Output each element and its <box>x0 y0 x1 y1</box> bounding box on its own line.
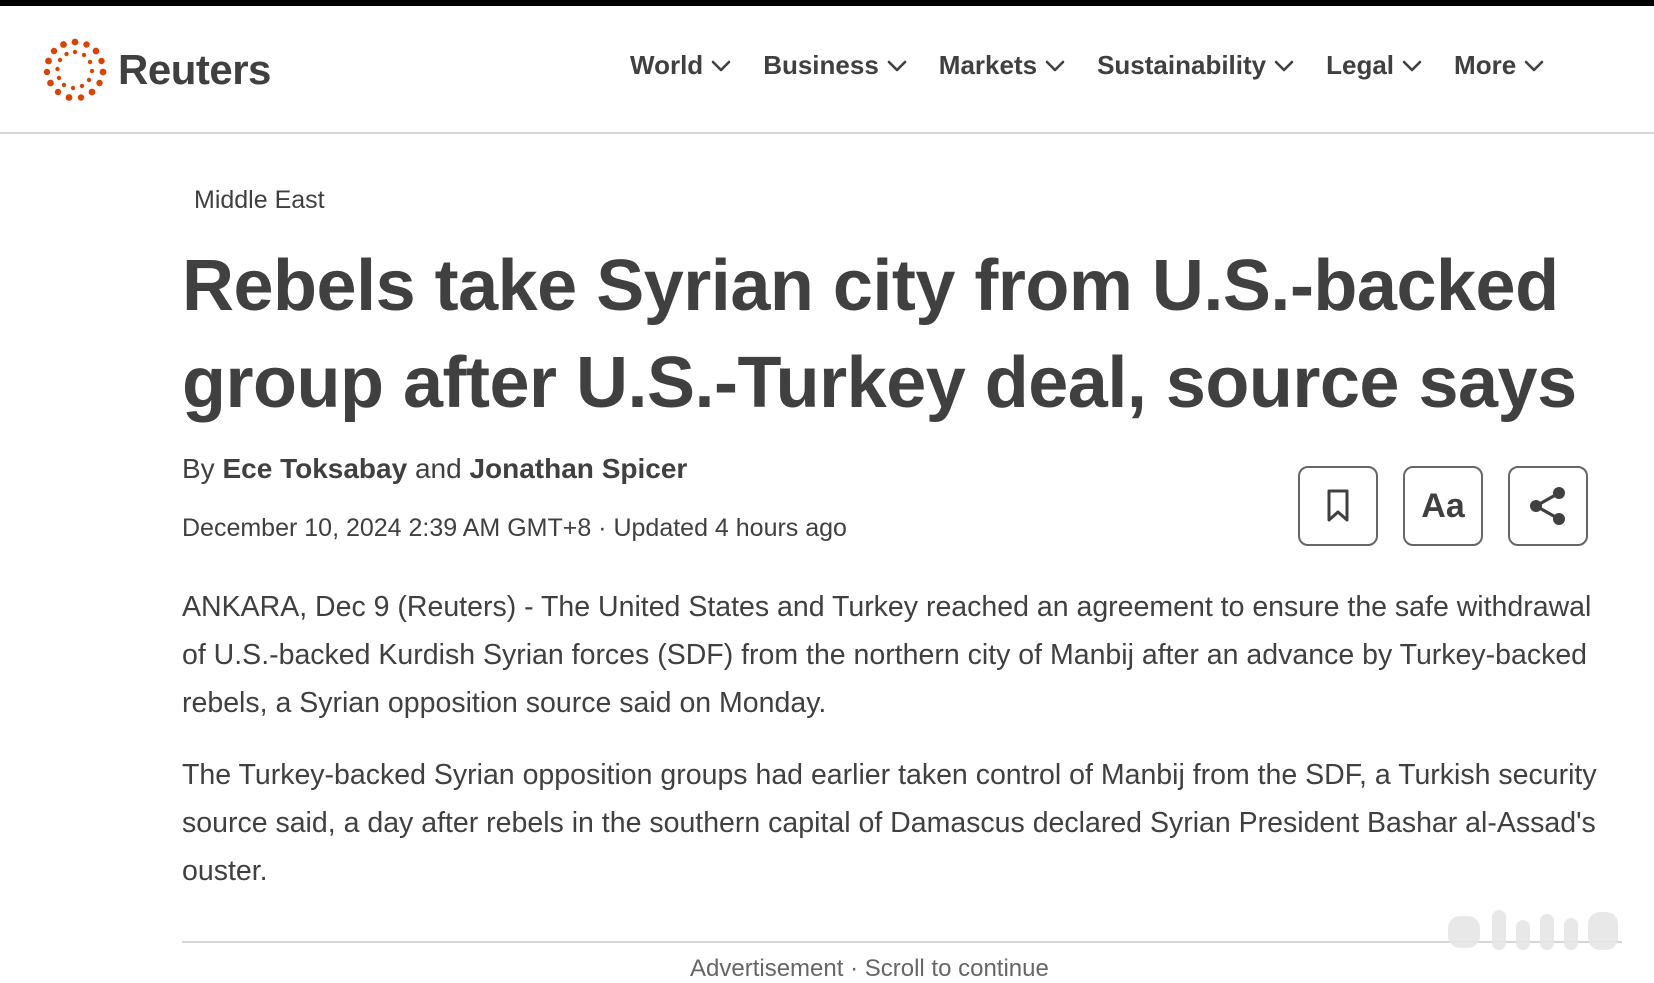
section-link[interactable]: Middle East <box>194 186 325 215</box>
nav-item-label: World <box>630 50 704 80</box>
advertisement-label: Advertisement · Scroll to continue <box>690 955 1049 982</box>
reuters-wordmark: Reuters <box>118 46 271 93</box>
chevron-down-icon <box>1402 60 1422 71</box>
site-header: Reuters World Business Markets Sustainab… <box>0 6 1654 134</box>
text-size-button[interactable]: Aa <box>1403 466 1483 546</box>
article-paragraph: The Turkey-backed Syrian opposition grou… <box>182 759 1597 887</box>
chevron-down-icon <box>887 60 907 71</box>
nav-item-legal[interactable]: Legal <box>1326 50 1422 81</box>
nav-item-markets[interactable]: Markets <box>939 50 1065 81</box>
nav-item-label: Business <box>763 50 879 80</box>
share-button[interactable] <box>1508 466 1588 546</box>
nav-item-label: More <box>1454 50 1517 80</box>
divider <box>182 941 1622 943</box>
chevron-down-icon <box>1045 60 1065 71</box>
nav-item-label: Sustainability <box>1097 50 1267 80</box>
article-tools: Aa <box>1298 466 1588 546</box>
chevron-down-icon <box>1524 60 1544 71</box>
chevron-down-icon <box>711 60 731 71</box>
bookmark-icon <box>1327 489 1349 522</box>
nav-item-sustainability[interactable]: Sustainability <box>1097 50 1294 81</box>
byline: By Ece Toksabay and Jonathan Spicer <box>182 453 687 485</box>
nav-item-label: Markets <box>938 50 1038 80</box>
byline-prefix: By <box>182 453 215 484</box>
chevron-down-icon <box>1274 60 1294 71</box>
reuters-logo[interactable]: Reuters <box>42 37 271 103</box>
share-icon <box>1530 487 1565 525</box>
text-size-label: Aa <box>1421 486 1465 525</box>
article-headline: Rebels take Syrian city from U.S.-backed… <box>182 246 1577 423</box>
nav-item-world[interactable]: World <box>630 50 731 81</box>
nav-item-business[interactable]: Business <box>763 50 907 81</box>
byline-conjunction: and <box>414 453 462 484</box>
reuters-logo-icon <box>43 38 107 101</box>
nav-item-label: Legal <box>1326 50 1395 80</box>
main-nav: World Business Markets Sustainability Le… <box>630 50 1544 81</box>
nav-item-more[interactable]: More <box>1454 50 1544 81</box>
article-paragraph: ANKARA, Dec 9 (Reuters) - The United Sta… <box>182 591 1592 719</box>
author-link[interactable]: Ece Toksabay <box>222 453 407 484</box>
watermark-graphic <box>1448 910 1618 950</box>
author-link[interactable]: Jonathan Spicer <box>469 453 687 484</box>
article-dateline: December 10, 2024 2:39 AM GMT+8 · Update… <box>182 514 847 542</box>
bookmark-button[interactable] <box>1298 466 1378 546</box>
